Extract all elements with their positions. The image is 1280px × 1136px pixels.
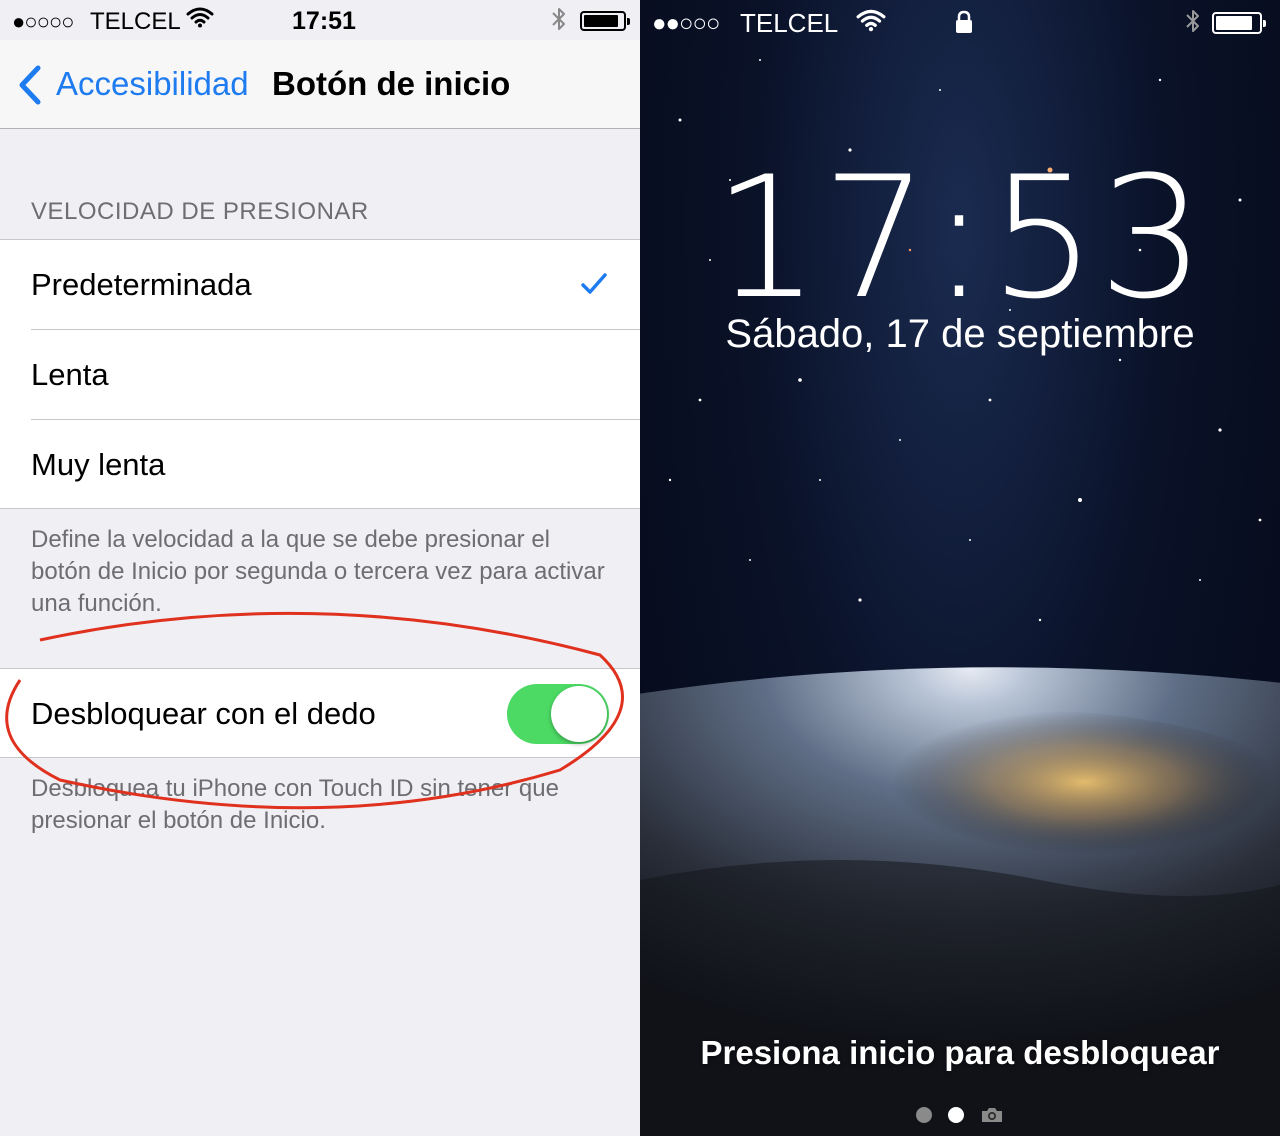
settings-screen: ●○○○○ TELCEL 17:51 Accesibilidad Botón d… xyxy=(0,0,640,1136)
status-bar: ●○○○○ TELCEL 17:51 xyxy=(0,0,640,40)
toggle-knob xyxy=(551,686,607,742)
option-lenta[interactable]: Lenta xyxy=(0,330,640,420)
unlock-row-label: Desbloquear con el dedo xyxy=(31,696,376,731)
unlock-with-finger-row: Desbloquear con el dedo xyxy=(0,668,640,758)
battery-icon xyxy=(580,11,630,31)
option-label: Lenta xyxy=(31,357,109,392)
page-dot[interactable] xyxy=(916,1107,932,1123)
page-title: Botón de inicio xyxy=(272,65,511,102)
unlock-toggle[interactable] xyxy=(507,684,609,744)
unlock-prompt: Presiona inicio para desbloquear xyxy=(700,1034,1220,1071)
page-dot-active[interactable] xyxy=(948,1107,964,1123)
lock-time: 17:53 xyxy=(712,140,1208,336)
bluetooth-icon xyxy=(1186,10,1199,32)
option-label: Muy lenta xyxy=(31,447,166,482)
signal-strength: ●●○○○ xyxy=(652,10,720,37)
unlock-footer-text: Desbloquea tu iPhone con Touch ID sin te… xyxy=(31,775,559,834)
option-predeterminada[interactable]: Predeterminada xyxy=(0,240,640,330)
navigation-bar: Accesibilidad Botón de inicio xyxy=(0,40,640,129)
camera-icon[interactable] xyxy=(980,1106,1004,1124)
checkmark-icon xyxy=(581,273,607,294)
back-chevron-icon[interactable] xyxy=(16,64,44,106)
option-label: Predeterminada xyxy=(31,267,252,302)
page-indicator xyxy=(640,1106,1280,1128)
status-time: 17:51 xyxy=(292,7,356,35)
bluetooth-icon xyxy=(552,8,565,30)
option-muy-lenta[interactable]: Muy lenta xyxy=(0,420,640,510)
wifi-icon xyxy=(856,9,886,32)
speed-footer-text: Define la velocidad a la que se debe pre… xyxy=(31,526,605,617)
speed-options-group: Predeterminada Lenta Muy lenta xyxy=(0,239,640,509)
back-button[interactable]: Accesibilidad xyxy=(56,65,249,103)
section-header: VELOCIDAD DE PRESIONAR xyxy=(31,198,369,225)
lock-icon xyxy=(956,10,972,33)
battery-icon xyxy=(1212,12,1266,34)
lock-status-bar: ●●○○○ TELCEL xyxy=(640,0,1280,44)
lock-screen: ●●○○○ TELCEL 17:53 Sábado, 17 de septiem… xyxy=(640,0,1280,1136)
lock-date: Sábado, 17 de septiembre xyxy=(725,312,1195,356)
carrier-name: TELCEL xyxy=(740,8,839,38)
